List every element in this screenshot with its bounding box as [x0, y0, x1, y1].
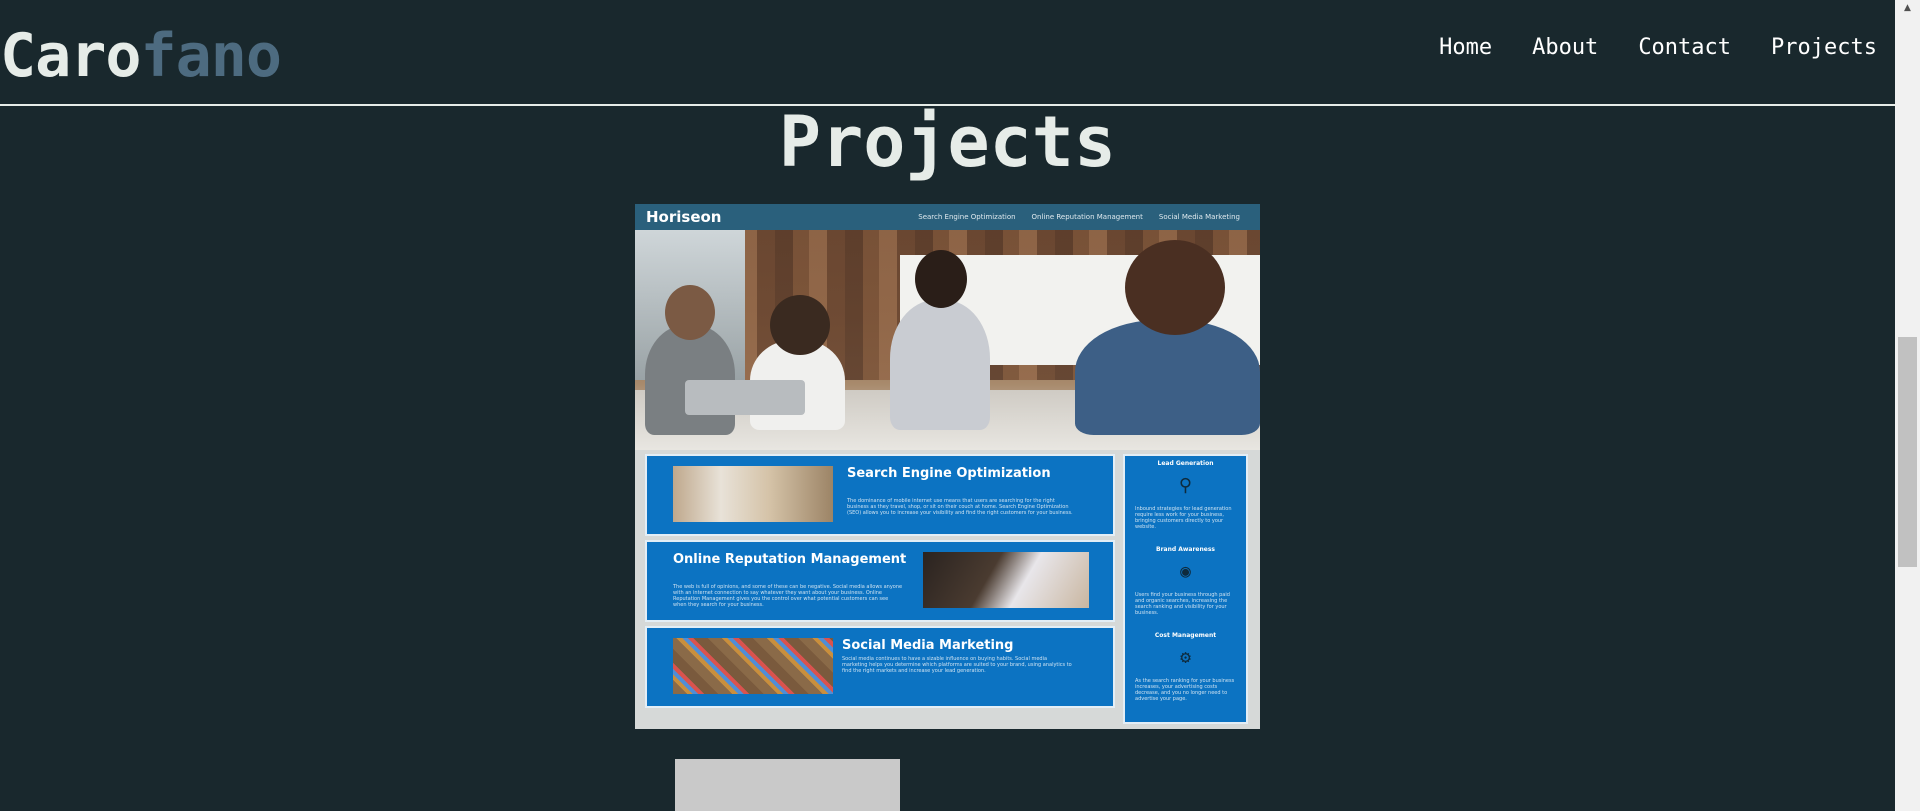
hero-person-head	[1125, 240, 1225, 335]
hero-person-head	[915, 250, 967, 308]
card-title: Search Engine Optimization	[847, 466, 1051, 481]
benefit-brand-awareness: Brand Awareness ◉ Users find your busine…	[1125, 546, 1246, 616]
nav-link-projects[interactable]: Projects	[1771, 30, 1877, 66]
nav-link-contact[interactable]: Contact	[1638, 30, 1731, 66]
logo-part-2: fano	[140, 21, 282, 91]
hero-person	[890, 300, 990, 430]
main-nav: Home About Contact Projects	[1399, 30, 1877, 66]
benefit-title: Brand Awareness	[1156, 546, 1215, 553]
benefit-text: Inbound strategies for lead generation r…	[1135, 506, 1232, 530]
card-text: The dominance of mobile internet use mea…	[847, 498, 1073, 516]
smm-thumbnail	[673, 638, 833, 694]
horiseon-card-orm: Online Reputation Management The web is …	[645, 540, 1115, 622]
brand-awareness-icon: ◉	[1180, 561, 1191, 582]
cost-management-icon: ⚙	[1180, 647, 1191, 668]
project-screenshot-horiseon[interactable]: Horiseon Search Engine Optimization Onli…	[635, 204, 1260, 729]
nav-link-home[interactable]: Home	[1439, 30, 1492, 66]
horiseon-brand: Horiseon	[646, 208, 722, 226]
horiseon-nav-item: Search Engine Optimization	[918, 213, 1016, 221]
horiseon-nav-item: Social Media Marketing	[1158, 213, 1240, 221]
horiseon-card-smm: Social Media Marketing Social media cont…	[645, 626, 1115, 708]
page-title: Projects	[778, 101, 1117, 183]
nav-link-about[interactable]: About	[1532, 30, 1598, 66]
scrollbar-thumb[interactable]	[1898, 337, 1917, 567]
horiseon-content: Search Engine Optimization The dominance…	[645, 454, 1115, 724]
horiseon-header: Horiseon Search Engine Optimization Onli…	[635, 204, 1260, 230]
horiseon-nav-item: Online Reputation Management	[1031, 213, 1143, 221]
benefit-lead-generation: Lead Generation ⚲ Inbound strategies for…	[1125, 460, 1246, 530]
horiseon-card-seo: Search Engine Optimization The dominance…	[645, 454, 1115, 536]
portfolio-page: Carofano Home About Contact Projects Pro…	[0, 0, 1920, 811]
hero-person	[1075, 320, 1260, 435]
card-text: Social media continues to have a sizable…	[842, 656, 1072, 674]
horiseon-hero-image	[635, 230, 1260, 450]
card-title: Online Reputation Management	[673, 552, 907, 567]
benefit-text: Users find your business through paid an…	[1135, 592, 1230, 616]
hero-laptop	[685, 380, 805, 415]
orm-thumbnail	[923, 552, 1089, 608]
site-header: Carofano Home About Contact Projects	[0, 0, 1895, 106]
site-logo[interactable]: Carofano	[0, 16, 282, 96]
card-text: The web is full of opinions, and some of…	[673, 584, 903, 608]
page-scrollbar[interactable]: ▲	[1895, 0, 1920, 811]
logo-part-1: Caro	[0, 21, 141, 91]
horiseon-nav: Search Engine Optimization Online Reputa…	[902, 211, 1240, 223]
benefit-text: As the search ranking for your business …	[1135, 678, 1235, 702]
horiseon-benefits-aside: Lead Generation ⚲ Inbound strategies for…	[1123, 454, 1248, 724]
lead-generation-icon: ⚲	[1178, 475, 1193, 496]
benefit-cost-management: Cost Management ⚙ As the search ranking …	[1125, 632, 1246, 702]
scroll-up-arrow-icon[interactable]: ▲	[1895, 0, 1920, 17]
hero-person-head	[665, 285, 715, 340]
benefit-title: Lead Generation	[1157, 460, 1214, 467]
next-project-thumbnail[interactable]	[675, 759, 900, 811]
benefit-title: Cost Management	[1154, 632, 1217, 639]
card-title: Social Media Marketing	[842, 638, 1014, 653]
hero-person-head	[770, 295, 830, 355]
seo-thumbnail	[673, 466, 833, 522]
